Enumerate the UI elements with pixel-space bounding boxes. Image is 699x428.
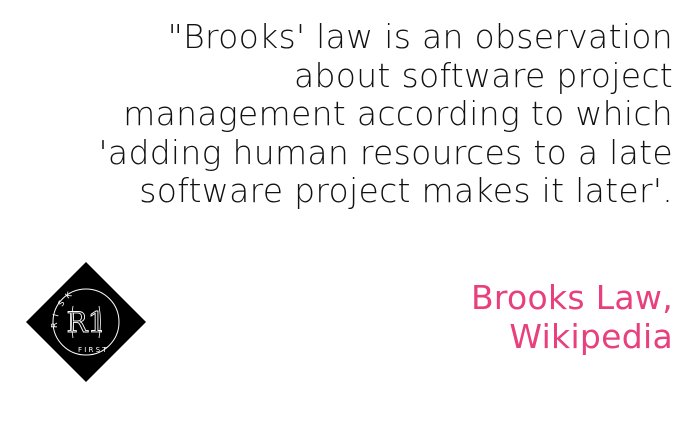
quote-line: management according to which [123,94,673,134]
svg-text:R: R [50,322,59,328]
quote-line: software project makes it later'. [139,171,673,211]
attribution: Brooks Law, Wikipedia [471,278,673,356]
attribution-line: Wikipedia [509,317,673,356]
quote-text: "Brooks' law is an observation about sof… [13,17,673,211]
quote-line: about software project [293,55,673,95]
risk-first-logo: R1 K S I R F I R S T [26,262,146,382]
attribution-line: Brooks Law, [470,278,673,317]
quote-line: "Brooks' law is an observation [167,17,673,56]
svg-text:R1: R1 [67,306,106,339]
svg-text:F I R S T: F I R S T [78,346,107,354]
quote-line: 'adding human resources to a late [98,132,673,172]
